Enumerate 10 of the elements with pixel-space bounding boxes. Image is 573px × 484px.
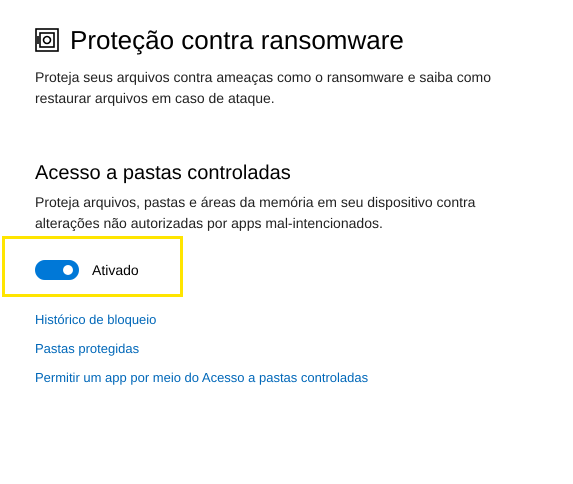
link[interactable]: Permitir um app por meio do Acesso a pastas controladas <box>35 368 368 388</box>
link[interactable]: Histórico de bloqueio <box>35 310 156 330</box>
toggle-switch[interactable] <box>35 260 79 280</box>
toggle-label: Ativado <box>92 261 139 280</box>
link[interactable]: Pastas protegidas <box>35 339 140 359</box>
section-heading: Acesso a pastas controladas <box>35 161 292 186</box>
page-title: Proteção contra ransomware <box>70 24 404 57</box>
section-description: Proteja arquivos, pastas e áreas da memória em seu dispositivo contra alterações não autorizadas por apps mal-intencionados. <box>35 193 476 233</box>
page-description: Proteja seus arquivos contra ameaças como o ransomware e saiba como restaurar arquivos em caso de ataque. <box>35 68 492 108</box>
safe-icon <box>35 28 59 52</box>
